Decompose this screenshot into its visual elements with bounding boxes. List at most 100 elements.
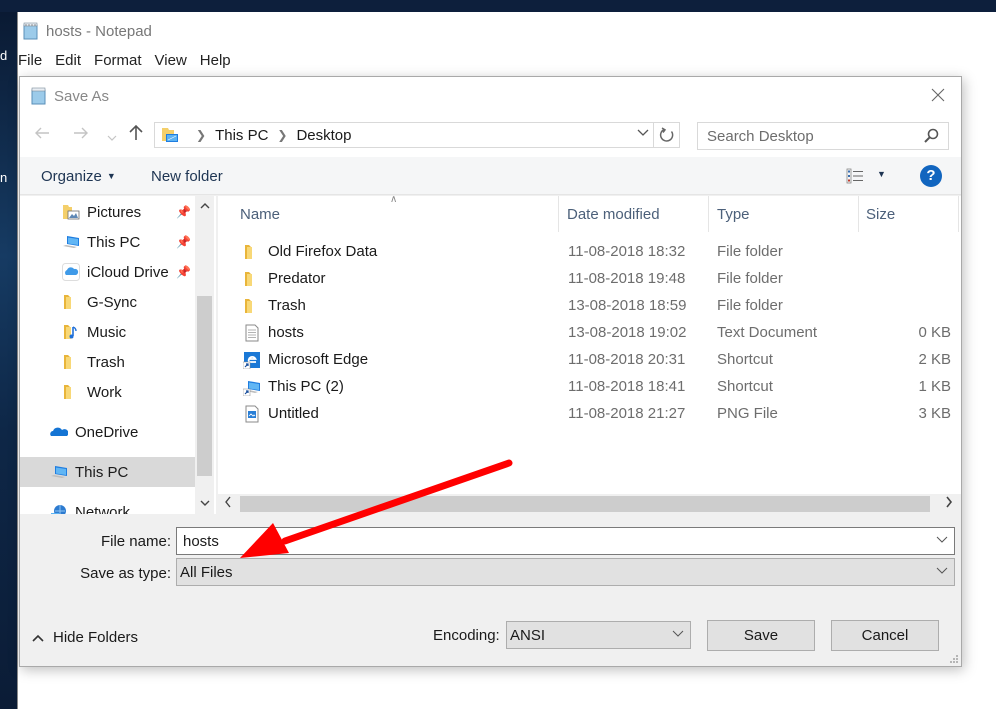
scroll-up-icon[interactable]	[195, 200, 214, 212]
menu-help[interactable]: Help	[200, 52, 237, 74]
file-name: Predator	[268, 270, 326, 287]
organize-menu-button[interactable]: Organize ▼	[41, 168, 116, 185]
this-pc-folder-icon	[162, 128, 178, 142]
horizontal-scroll-thumb[interactable]	[240, 496, 930, 512]
file-name: Trash	[268, 297, 306, 314]
file-name: Microsoft Edge	[268, 351, 369, 368]
chevron-down-icon	[107, 135, 117, 141]
arrow-up-icon	[129, 124, 143, 140]
column-header-type[interactable]: Type	[717, 206, 750, 223]
address-bar[interactable]: ❯ This PC ❯ Desktop	[154, 122, 680, 148]
scroll-right-icon[interactable]	[945, 495, 953, 511]
sort-ascending-icon: ∧	[390, 194, 398, 205]
file-size: 3 KB	[918, 405, 951, 422]
nav-item-network[interactable]: Network	[20, 497, 195, 514]
file-row[interactable]: hosts 13-08-2018 19:02 Text Document 0 K…	[218, 320, 961, 347]
recent-locations-button[interactable]	[107, 127, 117, 145]
help-button[interactable]: ?	[920, 165, 942, 187]
nav-item-g-sync[interactable]: G-Sync	[20, 287, 195, 317]
details-view-icon[interactable]	[846, 168, 864, 184]
icloud-icon	[62, 263, 80, 281]
menu-file[interactable]: File	[18, 52, 48, 74]
encoding-select[interactable]: ANSI	[506, 621, 691, 649]
column-divider[interactable]	[958, 196, 959, 232]
column-divider[interactable]	[708, 196, 709, 232]
notepad-titlebar[interactable]: hosts - Notepad	[18, 12, 996, 50]
text-document-icon	[245, 324, 259, 342]
pin-icon: 📌	[176, 235, 191, 249]
menu-format[interactable]: Format	[94, 52, 148, 74]
save-as-type-select[interactable]: All Files	[176, 558, 955, 586]
file-name-label: File name:	[100, 533, 171, 550]
nav-item-onedrive[interactable]: OneDrive	[20, 417, 195, 447]
up-button[interactable]	[129, 124, 143, 144]
file-type: File folder	[717, 270, 783, 287]
nav-item-trash[interactable]: Trash	[20, 347, 195, 377]
nav-scroll-thumb[interactable]	[197, 296, 212, 476]
forward-button[interactable]	[73, 125, 89, 143]
nav-item-work[interactable]: Work	[20, 377, 195, 407]
file-date: 11-08-2018 19:48	[568, 270, 686, 287]
pin-icon: 📌	[176, 205, 191, 219]
nav-item-this-pc[interactable]: This PC	[20, 457, 195, 487]
close-button[interactable]	[927, 85, 949, 107]
save-button[interactable]: Save	[707, 620, 815, 651]
scroll-down-icon[interactable]	[195, 498, 214, 510]
encoding-value: ANSI	[510, 626, 546, 644]
onedrive-icon	[50, 427, 68, 436]
breadcrumb-this-pc[interactable]: This PC	[215, 127, 268, 144]
nav-item-icloud-drive[interactable]: iCloud Drive 📌	[20, 257, 195, 287]
folder-icon	[64, 355, 71, 369]
back-button[interactable]	[34, 125, 50, 143]
file-size: 0 KB	[918, 324, 951, 341]
search-box[interactable]	[697, 122, 949, 150]
nav-label: Music	[87, 323, 127, 341]
file-row[interactable]: Untitled 11-08-2018 21:27 PNG File 3 KB	[218, 401, 961, 428]
pin-icon: 📌	[176, 265, 191, 279]
column-headers: ∧ Name Date modified Type Size	[218, 194, 961, 232]
column-divider[interactable]	[858, 196, 859, 232]
file-row[interactable]: This PC (2) 11-08-2018 18:41 Shortcut 1 …	[218, 374, 961, 401]
new-folder-button[interactable]: New folder	[151, 168, 223, 185]
column-header-date-modified[interactable]: Date modified	[567, 206, 660, 223]
address-history-dropdown[interactable]	[637, 126, 649, 140]
refresh-button[interactable]	[653, 122, 679, 148]
file-name-field[interactable]	[176, 527, 955, 555]
hide-folders-button[interactable]: Hide Folders	[32, 629, 138, 646]
breadcrumb-desktop[interactable]: Desktop	[296, 127, 351, 144]
nav-item-this-pc-pinned[interactable]: This PC 📌	[20, 227, 195, 257]
file-list-horizontal-scrollbar[interactable]	[218, 494, 961, 514]
view-options-dropdown[interactable]: ▼	[877, 169, 886, 179]
desktop-background-top	[0, 0, 996, 12]
column-divider[interactable]	[558, 196, 559, 232]
pictures-folder-icon	[63, 205, 80, 220]
chevron-down-icon[interactable]	[936, 533, 948, 545]
file-row[interactable]: Predator 11-08-2018 19:48 File folder	[218, 266, 961, 293]
search-input[interactable]	[707, 127, 907, 145]
file-date: 13-08-2018 18:59	[568, 297, 687, 314]
file-row[interactable]: Trash 13-08-2018 18:59 File folder	[218, 293, 961, 320]
menu-view[interactable]: View	[155, 52, 193, 74]
file-row[interactable]: Microsoft Edge 11-08-2018 20:31 Shortcut…	[218, 347, 961, 374]
png-file-icon	[245, 405, 259, 423]
cancel-button[interactable]: Cancel	[831, 620, 939, 651]
column-header-name[interactable]: Name	[240, 206, 280, 223]
nav-item-music[interactable]: Music	[20, 317, 195, 347]
menu-edit[interactable]: Edit	[55, 52, 87, 74]
scroll-left-icon[interactable]	[224, 495, 232, 511]
dialog-title: Save As	[54, 87, 110, 105]
nav-pane-scrollbar[interactable]	[195, 196, 214, 514]
file-row[interactable]: Old Firefox Data 11-08-2018 18:32 File f…	[218, 239, 961, 266]
file-name-input[interactable]	[183, 532, 883, 550]
file-date: 13-08-2018 19:02	[568, 324, 687, 341]
chevron-down-icon	[936, 567, 948, 574]
resize-grip-icon[interactable]	[949, 654, 959, 664]
file-type: Shortcut	[717, 351, 773, 368]
nav-item-pictures[interactable]: Pictures 📌	[20, 197, 195, 227]
music-folder-icon	[64, 325, 77, 339]
navigation-bar: ❯ This PC ❯ Desktop	[20, 115, 961, 157]
organize-label: Organize	[41, 168, 102, 185]
dialog-titlebar[interactable]: Save As	[20, 77, 961, 115]
column-header-size[interactable]: Size	[866, 206, 895, 223]
breadcrumb-separator-icon[interactable]: ❯	[277, 128, 287, 142]
